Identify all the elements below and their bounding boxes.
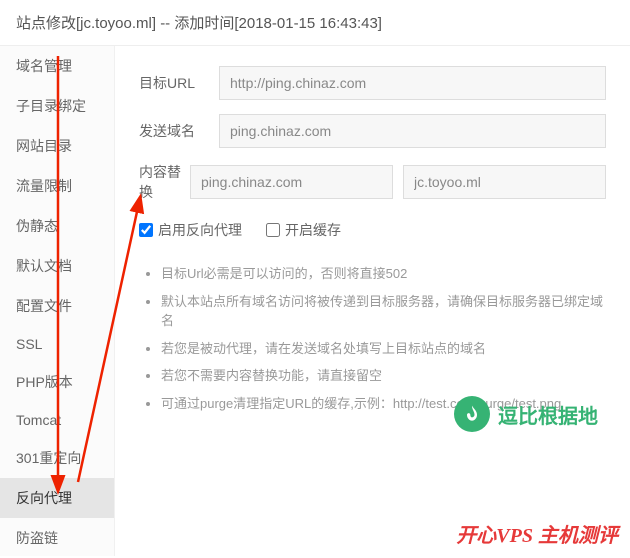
sidebar: 域名管理子目录绑定网站目录流量限制伪静态默认文档配置文件SSLPHP版本Tomc… — [0, 46, 115, 556]
content-replace-from-input[interactable] — [190, 165, 393, 199]
enable-cache-label: 开启缓存 — [285, 220, 341, 240]
content-replace-label: 内容替换 — [139, 162, 190, 202]
main-content: 目标URL 发送域名 内容替换 启用反向代理 开启缓存 目标Url必需是可 — [115, 46, 630, 556]
note-item: 默认本站点所有域名访问将被传递到目标服务器，请确保目标服务器已绑定域名 — [161, 292, 606, 331]
watermark-text: 逗比根据地 — [498, 400, 598, 429]
enable-proxy-label: 启用反向代理 — [158, 220, 242, 240]
sidebar-item-11[interactable]: 反向代理 — [0, 478, 114, 518]
note-item: 目标Url必需是可以访问的，否则将直接502 — [161, 264, 606, 284]
target-url-label: 目标URL — [139, 73, 219, 93]
note-item: 若您不需要内容替换功能，请直接留空 — [161, 366, 606, 386]
sidebar-item-12[interactable]: 防盗链 — [0, 518, 114, 558]
sidebar-item-3[interactable]: 流量限制 — [0, 166, 114, 206]
send-domain-label: 发送域名 — [139, 121, 219, 141]
sidebar-item-1[interactable]: 子目录绑定 — [0, 86, 114, 126]
page-header: 站点修改[jc.toyoo.ml] -- 添加时间[2018-01-15 16:… — [0, 0, 630, 46]
watermark-logo: 逗比根据地 — [454, 396, 598, 432]
note-item: 若您是被动代理，请在发送域名处填写上目标站点的域名 — [161, 339, 606, 359]
sidebar-item-9[interactable]: Tomcat — [0, 402, 114, 438]
watermark-footer: 开心VPS 主机测评 — [456, 519, 618, 548]
enable-proxy-checkbox[interactable] — [139, 223, 153, 237]
page-title: 站点修改[jc.toyoo.ml] -- 添加时间[2018-01-15 16:… — [16, 15, 382, 32]
sidebar-item-7[interactable]: SSL — [0, 326, 114, 362]
target-url-input[interactable] — [219, 66, 606, 100]
content-replace-to-input[interactable] — [403, 165, 606, 199]
notes-list: 目标Url必需是可以访问的，否则将直接502 默认本站点所有域名访问将被传递到目标… — [139, 264, 606, 413]
sidebar-item-2[interactable]: 网站目录 — [0, 126, 114, 166]
enable-cache-checkbox-group[interactable]: 开启缓存 — [266, 220, 341, 240]
sidebar-item-5[interactable]: 默认文档 — [0, 246, 114, 286]
sidebar-item-6[interactable]: 配置文件 — [0, 286, 114, 326]
enable-cache-checkbox[interactable] — [266, 223, 280, 237]
watermark-icon — [454, 396, 490, 432]
sidebar-item-0[interactable]: 域名管理 — [0, 46, 114, 86]
sidebar-item-4[interactable]: 伪静态 — [0, 206, 114, 246]
sidebar-item-10[interactable]: 301重定向 — [0, 438, 114, 478]
enable-proxy-checkbox-group[interactable]: 启用反向代理 — [139, 220, 242, 240]
send-domain-input[interactable] — [219, 114, 606, 148]
sidebar-item-8[interactable]: PHP版本 — [0, 362, 114, 402]
